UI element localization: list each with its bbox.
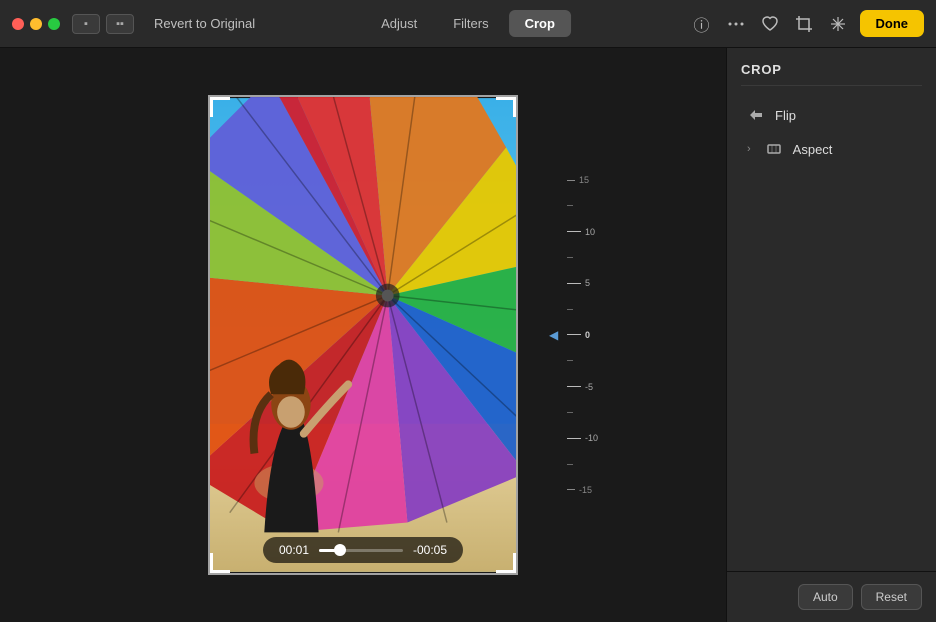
tick-line	[567, 360, 573, 361]
tick-line	[567, 412, 573, 413]
tick-line-major	[567, 283, 581, 284]
heart-icon[interactable]	[758, 12, 782, 36]
aspect-item[interactable]: › Aspect	[741, 132, 922, 166]
ruler-tick-n10: -10	[567, 433, 598, 443]
ruler-tick-small1	[567, 205, 573, 206]
photo	[208, 95, 518, 575]
tick-line	[567, 309, 573, 310]
ruler-tick-small6	[567, 464, 573, 465]
ruler-tick-small2	[567, 257, 573, 258]
done-button[interactable]: Done	[860, 10, 925, 37]
scrubber-track[interactable]	[319, 549, 403, 552]
tick-line	[567, 257, 573, 258]
auto-button[interactable]: Auto	[798, 584, 853, 610]
ruler-tick-small5	[567, 412, 573, 413]
minimize-button[interactable]	[30, 18, 42, 30]
aspect-label: Aspect	[793, 142, 833, 157]
panel-footer: Auto Reset	[727, 571, 936, 622]
tab-crop[interactable]: Crop	[509, 10, 571, 37]
maximize-button[interactable]	[48, 18, 60, 30]
revert-button[interactable]: Revert to Original	[146, 12, 263, 35]
right-panel: CROP Flip ›	[726, 48, 936, 622]
panel-content: CROP Flip ›	[727, 48, 936, 571]
tick-line-major	[567, 334, 581, 335]
scrubber-thumb[interactable]	[334, 544, 346, 556]
main-content: 15 10 5	[0, 48, 936, 622]
main-tabs: Adjust Filters Crop	[365, 10, 571, 37]
ruler-tick-10: 10	[567, 227, 595, 237]
more-icon[interactable]	[724, 12, 748, 36]
time-remaining: -00:05	[413, 543, 447, 557]
tick-line	[567, 464, 573, 465]
tick-line-major	[567, 386, 581, 387]
reset-button[interactable]: Reset	[861, 584, 922, 610]
scrubber-bar[interactable]: 00:01 -00:05	[263, 537, 463, 563]
window-view-controls: ▪ ▪▪	[72, 14, 134, 34]
ruler-tick-n15: -15	[567, 485, 592, 495]
image-container: 15 10 5	[208, 95, 518, 575]
view-single-button[interactable]: ▪	[72, 14, 100, 34]
tick-line-major	[567, 438, 581, 439]
tab-adjust[interactable]: Adjust	[365, 10, 433, 37]
titlebar: ▪ ▪▪ Revert to Original Adjust Filters C…	[0, 0, 936, 48]
tick-line	[567, 180, 575, 181]
crop-icon[interactable]	[792, 12, 816, 36]
info-icon[interactable]: ⓘ	[690, 12, 714, 36]
magic-icon[interactable]	[826, 12, 850, 36]
flip-item[interactable]: Flip	[741, 98, 922, 132]
right-controls: ⓘ Done	[690, 10, 925, 37]
flip-icon	[747, 106, 765, 124]
close-button[interactable]	[12, 18, 24, 30]
aspect-chevron-icon: ›	[747, 143, 751, 155]
ruler-tick-5: 5	[567, 278, 590, 288]
ruler-tick-n5: -5	[567, 382, 593, 392]
ruler-tick-small3	[567, 309, 573, 310]
rotation-ruler[interactable]: 15 10 5	[567, 175, 598, 495]
tick-line-major	[567, 231, 581, 232]
view-split-button[interactable]: ▪▪	[106, 14, 134, 34]
canvas-area: 15 10 5	[0, 48, 726, 622]
ruler-tick-0: 0 ◀	[567, 330, 590, 340]
ruler-tick-small4	[567, 360, 573, 361]
tick-line	[567, 205, 573, 206]
traffic-lights	[12, 18, 60, 30]
aspect-icon	[765, 140, 783, 158]
photo-svg	[210, 97, 516, 573]
panel-section-title: CROP	[741, 62, 922, 86]
flip-label: Flip	[775, 108, 796, 123]
ruler-tick-15: 15	[567, 175, 589, 185]
time-current: 00:01	[279, 543, 309, 557]
tab-filters[interactable]: Filters	[437, 10, 504, 37]
tick-line	[567, 489, 575, 490]
